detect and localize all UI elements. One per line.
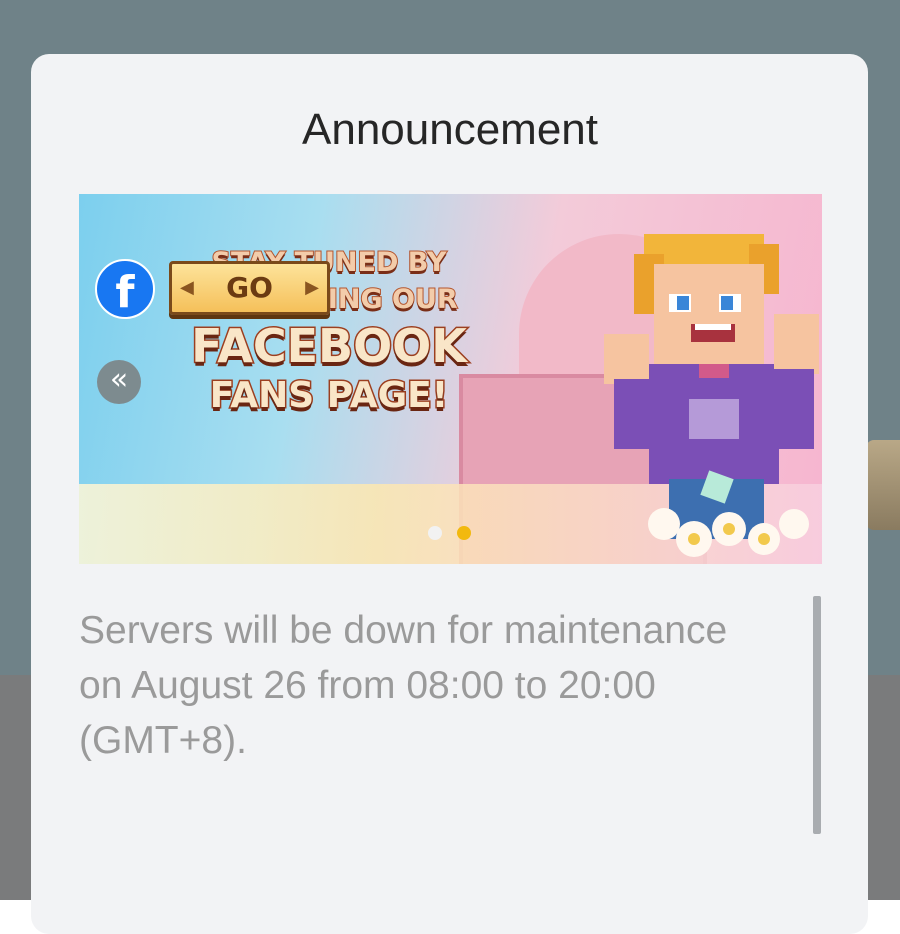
- go-button[interactable]: ◀ GO ▶: [169, 261, 330, 315]
- background-item-peek: [866, 440, 900, 530]
- carousel-dot-2-active[interactable]: [457, 526, 471, 540]
- go-left-arrow-icon: ◀: [180, 277, 194, 298]
- message-scrollbar[interactable]: [813, 596, 821, 834]
- banner-flowers: [648, 470, 809, 557]
- banner-line-4: FANS PAGE!: [208, 374, 449, 418]
- carousel-indicator: [428, 526, 488, 542]
- announcement-message: Servers will be down for maintenance on …: [79, 609, 728, 762]
- double-chevron-left-icon[interactable]: «: [97, 360, 141, 404]
- carousel-dot-1[interactable]: [428, 526, 442, 540]
- facebook-icon[interactable]: f: [95, 259, 155, 319]
- banner-line-3: FACEBOOK: [190, 318, 469, 375]
- go-button-label: GO: [226, 271, 273, 304]
- announcement-banner[interactable]: STAY TUNED BY FOLLOWING OUR FACEBOOK FAN…: [79, 194, 822, 564]
- dialog-title: Announcement: [302, 105, 598, 154]
- go-right-arrow-icon: ▶: [305, 277, 319, 298]
